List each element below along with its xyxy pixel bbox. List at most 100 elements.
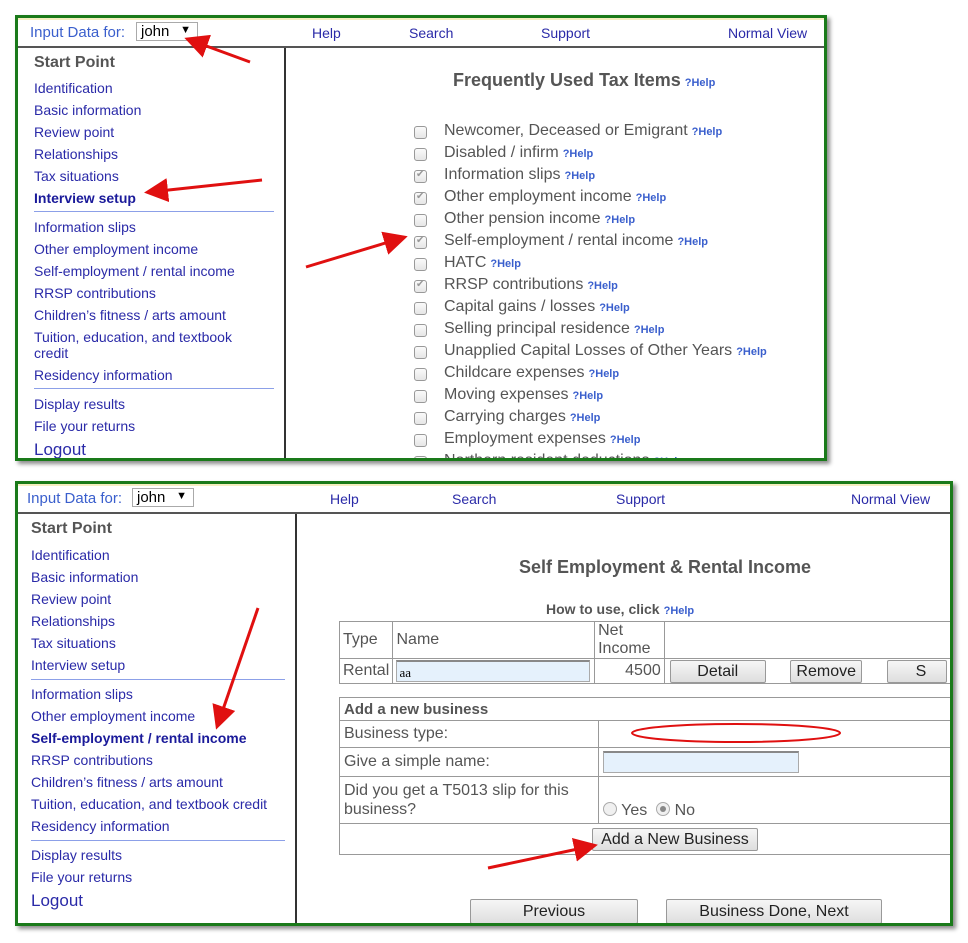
sidebar-item-other-employment-income[interactable]: Other employment income <box>31 708 195 724</box>
sidebar-item-residency-information[interactable]: Residency information <box>34 367 173 383</box>
sidebar-item-identification[interactable]: Identification <box>34 80 113 96</box>
add-business-form: Add a new business Business type: Give a… <box>339 697 950 855</box>
tax-item-checkbox[interactable] <box>414 148 427 161</box>
business-type-select[interactable] <box>598 720 950 748</box>
tax-item-checkbox[interactable] <box>414 368 427 381</box>
sidebar-item-rrsp-contributions[interactable]: RRSP contributions <box>31 752 153 768</box>
tax-item-checkbox[interactable] <box>414 214 427 227</box>
help-link[interactable]: ?Help <box>605 214 636 226</box>
help-link[interactable]: ?Help <box>570 412 601 424</box>
tax-item-checkbox[interactable] <box>414 169 427 183</box>
support-link[interactable]: Support <box>616 491 665 507</box>
normal-view-link[interactable]: Normal View <box>851 491 930 507</box>
help-link[interactable]: ?Help <box>573 390 604 402</box>
add-new-business-button[interactable]: Add a New Business <box>592 827 758 851</box>
sidebar-item-self-employment[interactable]: Self-employment / rental income <box>34 263 235 279</box>
sidebar-item-basic-information[interactable]: Basic information <box>31 569 138 585</box>
search-link[interactable]: Search <box>452 491 496 507</box>
help-link[interactable]: ?Help <box>636 192 667 204</box>
actions-cell: Detail Remove S <box>663 658 950 684</box>
sidebar-item-childrens-fitness[interactable]: Children’s fitness / arts amount <box>31 774 223 790</box>
interview-setup-panel: Input Data for: john ▼ Help Search Suppo… <box>15 15 827 461</box>
sidebar-item-information-slips[interactable]: Information slips <box>34 219 136 235</box>
sidebar-item-review-point[interactable]: Review point <box>31 591 111 607</box>
sidebar-item-self-employment[interactable]: Self-employment / rental income <box>31 730 247 746</box>
help-link[interactable]: ?Help <box>587 280 618 292</box>
business-done-next-button[interactable]: Business Done, Next <box>666 899 882 923</box>
tax-item-label: Disabled / infirm ?Help <box>444 144 593 162</box>
help-link[interactable]: ?Help <box>634 324 665 336</box>
tax-item-label: RRSP contributions ?Help <box>444 276 618 294</box>
support-link[interactable]: Support <box>541 25 590 41</box>
tax-item-checkbox[interactable] <box>414 126 427 139</box>
search-link[interactable]: Search <box>409 25 453 41</box>
sidebar-item-relationships[interactable]: Relationships <box>34 146 118 162</box>
how-to-use: How to use, click ?Help <box>546 601 695 617</box>
sidebar: Start Point Identification Basic informa… <box>18 514 297 923</box>
sidebar-item-display-results[interactable]: Display results <box>34 396 125 412</box>
sidebar-item-tax-situations[interactable]: Tax situations <box>31 635 116 651</box>
help-link[interactable]: ?Help <box>736 346 767 358</box>
sidebar-item-relationships[interactable]: Relationships <box>31 613 115 629</box>
remove-button[interactable]: Remove <box>790 659 863 683</box>
tax-item-checkbox[interactable] <box>414 412 427 425</box>
detail-button[interactable]: Detail <box>669 659 766 683</box>
help-link[interactable]: ?Help <box>692 126 723 138</box>
tax-item-checkbox[interactable] <box>414 390 427 403</box>
logout-link[interactable]: Logout <box>31 891 83 911</box>
input-data-label: Input Data for: <box>27 490 123 507</box>
business-name-input[interactable]: aa <box>396 660 591 682</box>
help-link[interactable]: ?Help <box>563 148 594 160</box>
help-link[interactable]: ?Help <box>565 170 596 182</box>
tax-item-checkbox[interactable] <box>414 302 427 315</box>
tax-item-checkbox[interactable] <box>414 191 427 205</box>
help-link[interactable]: Help <box>312 25 341 41</box>
sidebar-item-tuition[interactable]: Tuition, education, and textbook credit <box>31 796 267 812</box>
previous-button[interactable]: Previous <box>470 899 638 923</box>
tax-item-label: Capital gains / losses ?Help <box>444 298 630 316</box>
tax-item-checkbox[interactable] <box>414 258 427 271</box>
sidebar-item-display-results[interactable]: Display results <box>31 847 122 863</box>
help-link[interactable]: ?Help <box>589 368 620 380</box>
simple-name-input[interactable] <box>603 751 799 773</box>
help-link[interactable]: Help <box>330 491 359 507</box>
sidebar-item-other-employment-income[interactable]: Other employment income <box>34 241 198 257</box>
person-select[interactable]: john ▼ <box>136 22 198 41</box>
sidebar-item-file-returns[interactable]: File your returns <box>34 418 135 434</box>
help-link[interactable]: ?Help <box>599 302 630 314</box>
sidebar-divider <box>34 211 274 212</box>
sidebar-item-interview-setup[interactable]: Interview setup <box>34 190 136 206</box>
t5013-yes-radio[interactable] <box>603 802 617 816</box>
sidebar-item-residency-information[interactable]: Residency information <box>31 818 170 834</box>
sidebar-item-information-slips[interactable]: Information slips <box>31 686 133 702</box>
sidebar-item-tax-situations[interactable]: Tax situations <box>34 168 119 184</box>
help-link[interactable]: ?Help <box>653 456 684 458</box>
tax-item-checkbox[interactable] <box>414 279 427 293</box>
sidebar-item-file-returns[interactable]: File your returns <box>31 869 132 885</box>
sidebar-item-review-point[interactable]: Review point <box>34 124 114 140</box>
tax-item-checkbox[interactable] <box>414 456 427 458</box>
person-select[interactable]: john ▼ <box>132 488 194 507</box>
tax-item-checkbox[interactable] <box>414 324 427 337</box>
tax-item-checkbox[interactable] <box>414 235 427 249</box>
normal-view-link[interactable]: Normal View <box>728 25 807 41</box>
sidebar-item-rrsp-contributions[interactable]: RRSP contributions <box>34 285 156 301</box>
sidebar-item-identification[interactable]: Identification <box>31 547 110 563</box>
tax-item-label: Other employment income ?Help <box>444 188 666 206</box>
s-button[interactable]: S <box>886 659 947 683</box>
help-link[interactable]: ?Help <box>664 605 695 617</box>
logout-link[interactable]: Logout <box>34 440 86 458</box>
person-select-value: john <box>141 23 170 40</box>
sidebar-item-tuition[interactable]: Tuition, education, and textbook credit <box>34 329 264 361</box>
help-link[interactable]: ?Help <box>685 77 716 89</box>
help-link[interactable]: ?Help <box>490 258 521 270</box>
help-link[interactable]: ?Help <box>610 434 641 446</box>
sidebar-item-interview-setup[interactable]: Interview setup <box>31 657 125 673</box>
sidebar-item-basic-information[interactable]: Basic information <box>34 102 141 118</box>
tax-item-checkbox[interactable] <box>414 346 427 359</box>
tax-item-checkbox[interactable] <box>414 434 427 447</box>
tax-item-label: Northern resident deductions?Help <box>444 452 684 458</box>
sidebar-item-childrens-fitness[interactable]: Children’s fitness / arts amount <box>34 307 226 323</box>
help-link[interactable]: ?Help <box>677 236 708 248</box>
t5013-no-radio[interactable] <box>656 802 671 816</box>
